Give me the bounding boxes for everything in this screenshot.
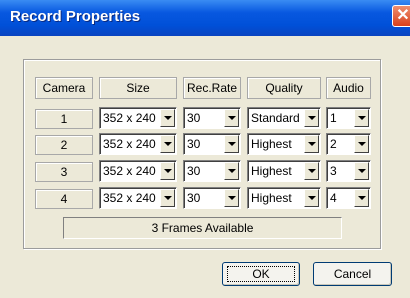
size-value: 352 x 240 xyxy=(103,137,156,151)
chevron-down-icon[interactable] xyxy=(354,109,369,127)
quality-value: Highest xyxy=(251,137,292,151)
camera-number: 4 xyxy=(35,189,93,209)
size-value: 352 x 240 xyxy=(103,191,156,205)
chevron-down-icon[interactable] xyxy=(304,189,319,207)
audio-value: 3 xyxy=(330,164,337,178)
chevron-down-icon[interactable] xyxy=(160,135,175,153)
rec-rate-select[interactable]: 30 xyxy=(183,133,241,155)
close-icon: ✕ xyxy=(396,7,410,24)
header-rec-rate: Rec.Rate xyxy=(183,77,241,99)
audio-value: 2 xyxy=(330,137,337,151)
audio-value: 1 xyxy=(330,111,337,125)
audio-value: 4 xyxy=(330,191,337,205)
rec-rate-select[interactable]: 30 xyxy=(183,107,241,129)
rec-rate-value: 30 xyxy=(187,164,201,178)
ok-button-label: OK xyxy=(252,267,270,281)
quality-select[interactable]: Standard xyxy=(247,107,321,129)
rec-rate-select[interactable]: 30 xyxy=(183,160,241,182)
chevron-down-icon[interactable] xyxy=(224,189,239,207)
close-button[interactable]: ✕ xyxy=(392,5,410,27)
chevron-down-icon[interactable] xyxy=(160,189,175,207)
audio-select[interactable]: 1 xyxy=(326,107,371,129)
frames-available-status: 3 Frames Available xyxy=(63,217,342,239)
header-size: Size xyxy=(99,77,177,99)
camera-number: 2 xyxy=(35,135,93,155)
rec-rate-value: 30 xyxy=(187,137,201,151)
audio-select[interactable]: 3 xyxy=(326,160,371,182)
rec-rate-value: 30 xyxy=(187,111,201,125)
size-select[interactable]: 352 x 240 xyxy=(99,107,177,129)
header-camera: Camera xyxy=(35,77,93,99)
chevron-down-icon[interactable] xyxy=(160,162,175,180)
title-bar[interactable]: Record Properties ✕ xyxy=(0,0,410,36)
size-value: 352 x 240 xyxy=(103,164,156,178)
size-value: 352 x 240 xyxy=(103,111,156,125)
window-title: Record Properties xyxy=(10,8,141,25)
cancel-button-label: Cancel xyxy=(333,267,372,281)
chevron-down-icon[interactable] xyxy=(304,162,319,180)
cancel-button[interactable]: Cancel xyxy=(313,262,392,286)
quality-select[interactable]: Highest xyxy=(247,160,321,182)
size-select[interactable]: 352 x 240 xyxy=(99,160,177,182)
size-select[interactable]: 352 x 240 xyxy=(99,187,177,209)
rec-rate-value: 30 xyxy=(187,191,201,205)
chevron-down-icon[interactable] xyxy=(354,162,369,180)
chevron-down-icon[interactable] xyxy=(304,109,319,127)
quality-select[interactable]: Highest xyxy=(247,133,321,155)
header-quality: Quality xyxy=(247,77,321,99)
chevron-down-icon[interactable] xyxy=(224,162,239,180)
quality-select[interactable]: Highest xyxy=(247,187,321,209)
header-audio: Audio xyxy=(326,77,371,99)
chevron-down-icon[interactable] xyxy=(354,189,369,207)
chevron-down-icon[interactable] xyxy=(224,109,239,127)
rec-rate-select[interactable]: 30 xyxy=(183,187,241,209)
size-select[interactable]: 352 x 240 xyxy=(99,133,177,155)
quality-value: Highest xyxy=(251,191,292,205)
chevron-down-icon[interactable] xyxy=(160,109,175,127)
ok-button[interactable]: OK xyxy=(222,262,300,286)
quality-value: Standard xyxy=(251,111,300,125)
chevron-down-icon[interactable] xyxy=(224,135,239,153)
audio-select[interactable]: 4 xyxy=(326,187,371,209)
quality-value: Highest xyxy=(251,164,292,178)
camera-number: 1 xyxy=(35,109,93,129)
chevron-down-icon[interactable] xyxy=(354,135,369,153)
chevron-down-icon[interactable] xyxy=(304,135,319,153)
audio-select[interactable]: 2 xyxy=(326,133,371,155)
camera-number: 3 xyxy=(35,162,93,182)
